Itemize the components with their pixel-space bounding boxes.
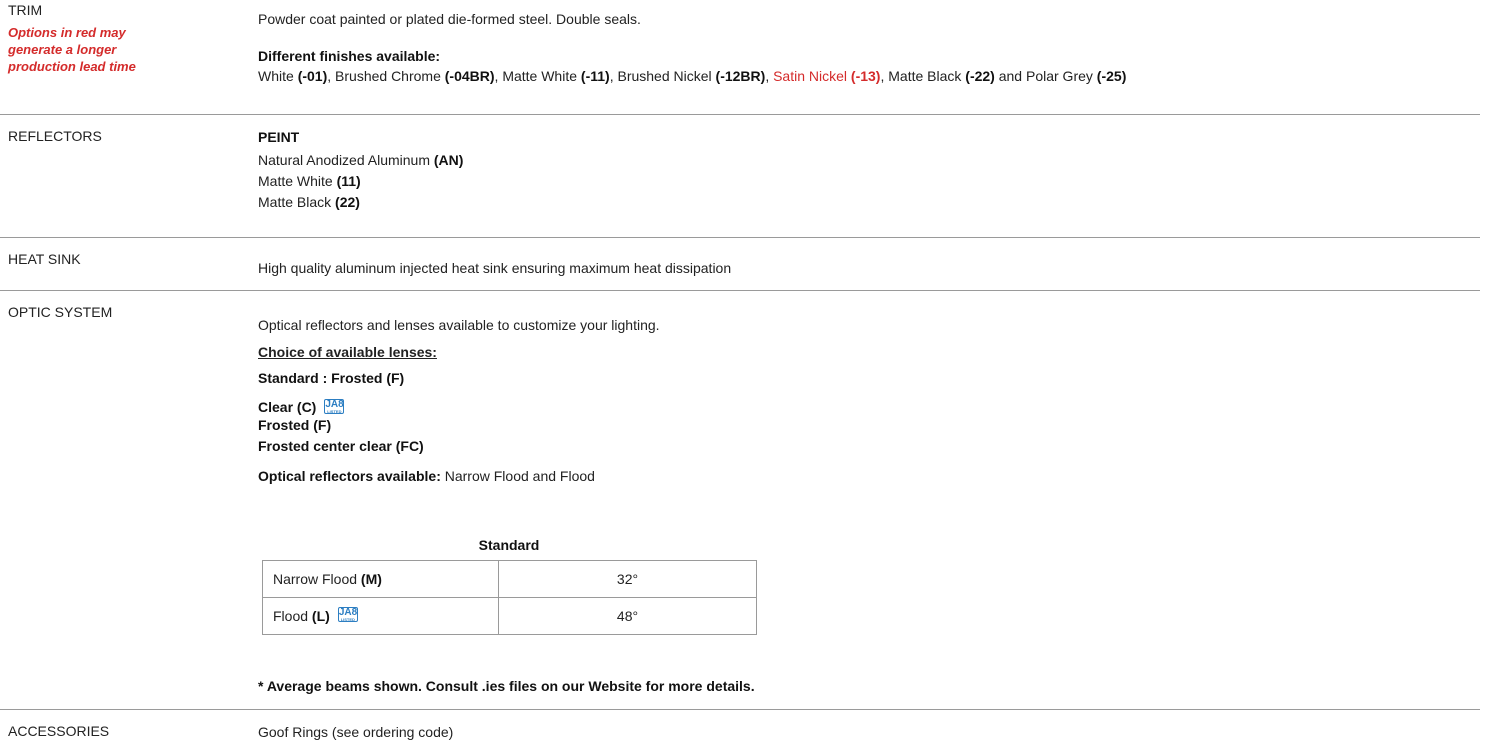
lead-time-note: Options in red may generate a longer pro… [8, 25, 136, 74]
divider [0, 114, 1480, 115]
optic-description: Optical reflectors and lenses available … [258, 317, 660, 333]
finish-item: Matte White (-11) [502, 68, 610, 84]
table-row: Narrow Flood (M) 32° [262, 560, 757, 598]
heat-sink-label: HEAT SINK [8, 251, 81, 267]
beam-table-header: Standard [478, 537, 540, 553]
ja8-badge-icon: JA8 LISTED [324, 398, 345, 414]
finish-item: Satin Nickel (-13) [773, 68, 881, 84]
beam-name: Narrow Flood (M) [262, 560, 499, 598]
optical-reflectors: Optical reflectors available: Narrow Flo… [258, 468, 595, 484]
heat-sink-description: High quality aluminum injected heat sink… [258, 260, 732, 276]
table-row: Flood (L) JA8 LISTED 48° [262, 597, 757, 635]
lenses-title: Choice of available lenses: [258, 344, 437, 360]
standard-lens: Standard : Frosted (F) [258, 370, 405, 386]
trim-label: TRIM [8, 2, 43, 18]
finish-item: White (-01) [258, 68, 328, 84]
reflector-item: Matte Black (22) [258, 194, 360, 210]
optic-system-label: OPTIC SYSTEM [8, 304, 113, 320]
lens-clear: Clear (C) JA8 LISTED [258, 398, 345, 415]
reflectors-list: Natural Anodized Aluminum (AN) Matte Whit… [258, 150, 463, 213]
trim-description: Powder coat painted or plated die-formed… [258, 11, 641, 27]
finishes-title: Different finishes available: [258, 48, 441, 64]
reflector-item: Matte White (11) [258, 173, 361, 189]
finish-item: Polar Grey (-25) [1025, 68, 1127, 84]
divider [0, 290, 1480, 291]
finish-item: Brushed Nickel (-12BR) [617, 68, 766, 84]
beam-table: Narrow Flood (M) 32° Flood (L) JA8 LISTED 48° [262, 560, 757, 635]
lens-frosted: Frosted (F) [258, 417, 332, 433]
footnote: * Average beams shown. Consult .ies file… [258, 678, 755, 694]
divider [0, 709, 1480, 710]
finish-item: Brushed Chrome (-04BR) [335, 68, 495, 84]
reflectors-label: REFLECTORS [8, 128, 102, 144]
lens-frosted-center-clear: Frosted center clear (FC) [258, 438, 424, 454]
finish-item: Matte Black (-22) [888, 68, 995, 84]
divider [0, 237, 1480, 238]
reflector-item: Natural Anodized Aluminum (AN) [258, 152, 464, 168]
beam-angle: 32° [498, 560, 757, 598]
beam-name: Flood (L) JA8 LISTED [262, 597, 499, 635]
beam-angle: 48° [498, 597, 757, 635]
accessories-description: Goof Rings (see ordering code) [258, 724, 454, 740]
accessories-label: ACCESSORIES [8, 723, 110, 739]
reflectors-title: PEINT [258, 129, 300, 145]
ja8-badge-icon: JA8 LISTED [337, 607, 358, 623]
finishes-list: White (-01), Brushed Chrome (-04BR), Mat… [258, 68, 1127, 84]
